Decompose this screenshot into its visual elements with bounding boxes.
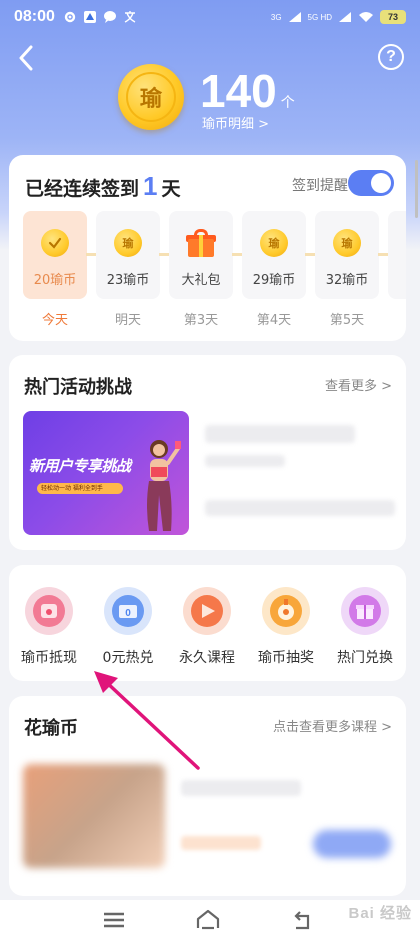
action-hot-exchange[interactable]: 热门兑换	[325, 587, 405, 667]
svg-text:0: 0	[125, 608, 131, 619]
gear-icon	[64, 11, 76, 23]
action-label: 永久课程	[179, 650, 235, 666]
spend-coins-card: 花瑜币 点击查看更多课程 >	[9, 696, 406, 896]
chevron-left-icon	[19, 45, 33, 71]
action-label: 瑜币抵现	[21, 650, 77, 666]
checkin-day-label: 第4天	[256, 313, 292, 328]
coin-detail-link[interactable]: 瑜币明细 >	[202, 113, 269, 132]
banner-pill: 轻松动一动 福利全到手	[37, 483, 123, 494]
gift-exchange-icon	[341, 587, 389, 635]
checkin-day-label: 第5天	[329, 313, 365, 328]
checkmark-coin-icon	[41, 229, 69, 257]
checkin-title-suffix: 天	[161, 178, 181, 200]
checkin-day-reward: 32瑜币	[325, 273, 369, 288]
signal-icon	[339, 12, 351, 22]
blurred-text	[181, 780, 301, 796]
battery-indicator: 73	[380, 10, 406, 24]
checkin-title: 已经连续签到 1 天	[25, 171, 181, 202]
hot-challenge-card: 热门活动挑战 查看更多 > 新用户专享挑战 轻松动一动 福利全到手	[9, 355, 406, 550]
action-permanent-course[interactable]: 永久课程	[167, 587, 247, 667]
home-icon[interactable]	[194, 908, 222, 932]
remind-label: 签到提醒	[292, 178, 348, 194]
challenge-banner[interactable]: 新用户专享挑战 轻松动一动 福利全到手	[23, 411, 189, 535]
checkin-title-prefix: 已经连续签到	[25, 178, 140, 200]
checkin-day-tile: 20瑜币	[23, 211, 87, 299]
checkin-day-reward: 23瑜币	[106, 273, 150, 288]
action-label: 瑜币抽奖	[258, 650, 314, 666]
status-bar: 08:00 3G 5G HD 73	[0, 0, 420, 34]
quick-actions-card: 瑜币抵现 0 0元热兑 永久课程 瑜币抽奖 热门兑换	[9, 565, 406, 681]
network-5g-label: 5G HD	[307, 12, 332, 22]
action-cash-voucher[interactable]: 瑜币抵现	[9, 587, 89, 667]
checkin-days-row: 20瑜币今天瑜23瑜币明天大礼包第3天瑜29瑜币第4天瑜32瑜币第5天瑜3第	[23, 211, 406, 331]
back-button[interactable]	[12, 44, 40, 72]
coin-balance: 140 个	[200, 64, 295, 118]
checkin-card: 已经连续签到 1 天 签到提醒 20瑜币 今天瑜 23瑜币 明天 大礼包 第3天瑜 29瑜币…	[9, 155, 406, 341]
menu-icon[interactable]	[100, 908, 128, 932]
coin-icon: 瑜	[118, 64, 184, 130]
checkin-day-label: 明天	[114, 313, 141, 328]
play-course-icon	[183, 587, 231, 635]
back-nav-icon[interactable]	[288, 908, 316, 932]
action-label: 0元热兑	[102, 650, 154, 666]
more-courses-link[interactable]: 点击查看更多课程 >	[273, 716, 392, 735]
checkin-day-label: 第	[388, 309, 406, 328]
checkin-day-reward: 29瑜币	[252, 273, 296, 288]
checkin-day-reward: 大礼包	[181, 273, 221, 288]
app-notification-icon	[83, 11, 96, 23]
blurred-progress	[205, 500, 395, 516]
spend-title: 花瑜币	[24, 718, 78, 739]
translate-icon	[124, 11, 136, 23]
status-right-group: 3G 5G HD 73	[271, 10, 406, 24]
status-notification-icons	[63, 10, 137, 24]
checkin-day[interactable]: 瑜 23瑜币明天	[96, 211, 160, 328]
checkin-day-tile: 瑜3	[388, 211, 406, 299]
banner-title: 新用户专享挑战	[29, 457, 131, 475]
action-lottery[interactable]: 瑜币抽奖	[246, 587, 326, 667]
checkin-day-tile: 大礼包	[169, 211, 233, 299]
coin-icon: 瑜	[333, 229, 361, 257]
see-more-link[interactable]: 查看更多 >	[325, 375, 392, 394]
zero-ticket-icon: 0	[104, 587, 152, 635]
action-zero-exchange[interactable]: 0 0元热兑	[88, 587, 168, 667]
remind-toggle[interactable]	[348, 170, 394, 196]
course-thumbnail[interactable]	[23, 764, 165, 868]
baidu-watermark: Bai 经验	[348, 905, 412, 922]
coin-icon: 瑜	[260, 229, 288, 257]
checkin-day-reward: 20瑜币	[33, 273, 77, 288]
checkin-day[interactable]: 瑜 32瑜币第5天	[315, 211, 379, 328]
checkin-day[interactable]: 20瑜币今天	[23, 211, 87, 328]
balance-unit: 个	[280, 95, 295, 111]
signal-icon	[288, 12, 301, 22]
blurred-text	[205, 455, 285, 467]
cash-voucher-icon	[25, 587, 73, 635]
status-time: 08:00	[14, 8, 55, 25]
chat-bubble-icon	[103, 11, 116, 23]
athlete-illustration	[147, 440, 181, 531]
blurred-text	[205, 425, 355, 443]
scrollbar[interactable]	[415, 160, 418, 218]
checkin-day[interactable]: 瑜 29瑜币第4天	[242, 211, 306, 328]
help-button[interactable]: ?	[378, 44, 404, 70]
checkin-day-tile: 瑜 23瑜币	[96, 211, 160, 299]
blurred-redeem-button[interactable]	[313, 830, 391, 858]
checkin-day[interactable]: 瑜3 第	[388, 211, 406, 328]
action-label: 热门兑换	[337, 650, 393, 666]
blurred-price	[181, 836, 261, 850]
wifi-icon	[359, 12, 373, 22]
lottery-icon	[262, 587, 310, 635]
gift-box-icon	[186, 229, 216, 257]
coin-icon: 瑜	[114, 229, 142, 257]
checkin-day-tile: 瑜 32瑜币	[315, 211, 379, 299]
hot-challenge-title: 热门活动挑战	[24, 377, 132, 398]
checkin-day-label: 今天	[41, 313, 68, 328]
checkin-day-tile: 瑜 29瑜币	[242, 211, 306, 299]
checkin-days: 1	[143, 171, 158, 201]
network-3g-label: 3G	[270, 12, 282, 22]
checkin-day-label: 第3天	[183, 313, 219, 328]
checkin-day[interactable]: 大礼包第3天	[169, 211, 233, 328]
coin-char: 瑜	[126, 72, 176, 122]
balance-number: 140	[200, 65, 277, 117]
